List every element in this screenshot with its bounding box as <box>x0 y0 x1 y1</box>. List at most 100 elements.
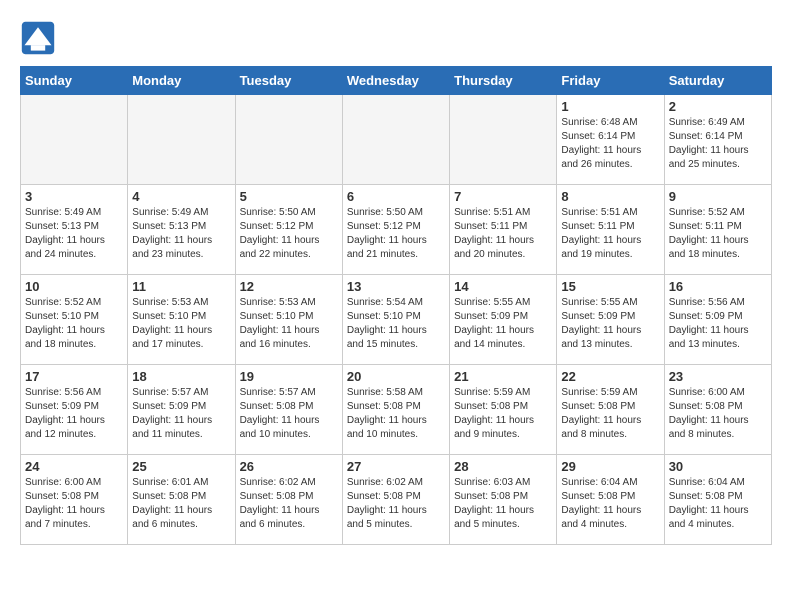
day-number: 26 <box>240 459 338 474</box>
day-number: 14 <box>454 279 552 294</box>
cell-content: Sunrise: 5:58 AM Sunset: 5:08 PM Dayligh… <box>347 386 445 442</box>
calendar-cell: 4 Sunrise: 5:49 AM Sunset: 5:13 PM Daylig… <box>128 185 235 275</box>
calendar-cell: 17 Sunrise: 5:56 AM Sunset: 5:09 PM Dayli… <box>21 365 128 455</box>
day-number: 30 <box>669 459 767 474</box>
header-friday: Friday <box>557 67 664 95</box>
day-number: 29 <box>561 459 659 474</box>
day-number: 9 <box>669 189 767 204</box>
week-row-0: 1 Sunrise: 6:48 AM Sunset: 6:14 PM Daylig… <box>21 95 772 185</box>
cell-content: Sunrise: 6:04 AM Sunset: 5:08 PM Dayligh… <box>669 476 767 532</box>
calendar-cell <box>128 95 235 185</box>
day-number: 24 <box>25 459 123 474</box>
day-number: 18 <box>132 369 230 384</box>
cell-content: Sunrise: 6:01 AM Sunset: 5:08 PM Dayligh… <box>132 476 230 532</box>
day-number: 15 <box>561 279 659 294</box>
day-number: 17 <box>25 369 123 384</box>
day-number: 25 <box>132 459 230 474</box>
calendar-cell: 21 Sunrise: 5:59 AM Sunset: 5:08 PM Dayli… <box>450 365 557 455</box>
calendar-cell: 16 Sunrise: 5:56 AM Sunset: 5:09 PM Dayli… <box>664 275 771 365</box>
cell-content: Sunrise: 5:50 AM Sunset: 5:12 PM Dayligh… <box>240 206 338 262</box>
calendar-cell: 12 Sunrise: 5:53 AM Sunset: 5:10 PM Dayli… <box>235 275 342 365</box>
cell-content: Sunrise: 6:00 AM Sunset: 5:08 PM Dayligh… <box>669 386 767 442</box>
week-row-4: 24 Sunrise: 6:00 AM Sunset: 5:08 PM Dayli… <box>21 455 772 545</box>
calendar-cell: 18 Sunrise: 5:57 AM Sunset: 5:09 PM Dayli… <box>128 365 235 455</box>
week-row-3: 17 Sunrise: 5:56 AM Sunset: 5:09 PM Dayli… <box>21 365 772 455</box>
cell-content: Sunrise: 6:03 AM Sunset: 5:08 PM Dayligh… <box>454 476 552 532</box>
calendar-cell: 19 Sunrise: 5:57 AM Sunset: 5:08 PM Dayli… <box>235 365 342 455</box>
day-number: 11 <box>132 279 230 294</box>
day-number: 16 <box>669 279 767 294</box>
calendar-cell: 20Sunrise: 5:58 AM Sunset: 5:08 PM Dayli… <box>342 365 449 455</box>
calendar-cell: 3 Sunrise: 5:49 AM Sunset: 5:13 PM Daylig… <box>21 185 128 275</box>
cell-content: Sunrise: 6:00 AM Sunset: 5:08 PM Dayligh… <box>25 476 123 532</box>
header-thursday: Thursday <box>450 67 557 95</box>
cell-content: Sunrise: 5:57 AM Sunset: 5:09 PM Dayligh… <box>132 386 230 442</box>
calendar-cell: 6 Sunrise: 5:50 AM Sunset: 5:12 PM Daylig… <box>342 185 449 275</box>
calendar-cell: 14 Sunrise: 5:55 AM Sunset: 5:09 PM Dayli… <box>450 275 557 365</box>
day-number: 6 <box>347 189 445 204</box>
cell-content: Sunrise: 6:02 AM Sunset: 5:08 PM Dayligh… <box>240 476 338 532</box>
cell-content: Sunrise: 5:56 AM Sunset: 5:09 PM Dayligh… <box>25 386 123 442</box>
cell-content: Sunrise: 5:52 AM Sunset: 5:10 PM Dayligh… <box>25 296 123 352</box>
day-number: 13 <box>347 279 445 294</box>
cell-content: Sunrise: 5:56 AM Sunset: 5:09 PM Dayligh… <box>669 296 767 352</box>
week-row-2: 10 Sunrise: 5:52 AM Sunset: 5:10 PM Dayli… <box>21 275 772 365</box>
calendar-cell: 28Sunrise: 6:03 AM Sunset: 5:08 PM Dayli… <box>450 455 557 545</box>
cell-content: Sunrise: 5:50 AM Sunset: 5:12 PM Dayligh… <box>347 206 445 262</box>
cell-content: Sunrise: 5:55 AM Sunset: 5:09 PM Dayligh… <box>561 296 659 352</box>
cell-content: Sunrise: 5:54 AM Sunset: 5:10 PM Dayligh… <box>347 296 445 352</box>
day-number: 8 <box>561 189 659 204</box>
day-number: 21 <box>454 369 552 384</box>
page-header <box>20 20 772 56</box>
cell-content: Sunrise: 5:51 AM Sunset: 5:11 PM Dayligh… <box>561 206 659 262</box>
calendar-cell: 15 Sunrise: 5:55 AM Sunset: 5:09 PM Dayli… <box>557 275 664 365</box>
cell-content: Sunrise: 5:49 AM Sunset: 5:13 PM Dayligh… <box>132 206 230 262</box>
calendar-cell: 26 Sunrise: 6:02 AM Sunset: 5:08 PM Dayli… <box>235 455 342 545</box>
day-number: 19 <box>240 369 338 384</box>
calendar-cell: 29 Sunrise: 6:04 AM Sunset: 5:08 PM Dayli… <box>557 455 664 545</box>
cell-content: Sunrise: 6:48 AM Sunset: 6:14 PM Dayligh… <box>561 116 659 172</box>
calendar-header-row: SundayMondayTuesdayWednesdayThursdayFrid… <box>21 67 772 95</box>
calendar-cell: 23Sunrise: 6:00 AM Sunset: 5:08 PM Dayli… <box>664 365 771 455</box>
cell-content: Sunrise: 5:59 AM Sunset: 5:08 PM Dayligh… <box>561 386 659 442</box>
day-number: 4 <box>132 189 230 204</box>
cell-content: Sunrise: 5:55 AM Sunset: 5:09 PM Dayligh… <box>454 296 552 352</box>
cell-content: Sunrise: 5:52 AM Sunset: 5:11 PM Dayligh… <box>669 206 767 262</box>
calendar-cell: 7 Sunrise: 5:51 AM Sunset: 5:11 PM Daylig… <box>450 185 557 275</box>
calendar-cell: 5Sunrise: 5:50 AM Sunset: 5:12 PM Daylig… <box>235 185 342 275</box>
cell-content: Sunrise: 5:53 AM Sunset: 5:10 PM Dayligh… <box>240 296 338 352</box>
calendar-cell: 25 Sunrise: 6:01 AM Sunset: 5:08 PM Dayli… <box>128 455 235 545</box>
cell-content: Sunrise: 5:59 AM Sunset: 5:08 PM Dayligh… <box>454 386 552 442</box>
header-sunday: Sunday <box>21 67 128 95</box>
calendar-cell <box>450 95 557 185</box>
logo <box>20 20 62 56</box>
day-number: 10 <box>25 279 123 294</box>
calendar-cell: 2Sunrise: 6:49 AM Sunset: 6:14 PM Daylig… <box>664 95 771 185</box>
week-row-1: 3 Sunrise: 5:49 AM Sunset: 5:13 PM Daylig… <box>21 185 772 275</box>
day-number: 27 <box>347 459 445 474</box>
cell-content: Sunrise: 5:49 AM Sunset: 5:13 PM Dayligh… <box>25 206 123 262</box>
calendar-cell: 27 Sunrise: 6:02 AM Sunset: 5:08 PM Dayli… <box>342 455 449 545</box>
cell-content: Sunrise: 6:49 AM Sunset: 6:14 PM Dayligh… <box>669 116 767 172</box>
cell-content: Sunrise: 6:02 AM Sunset: 5:08 PM Dayligh… <box>347 476 445 532</box>
calendar-cell: 24 Sunrise: 6:00 AM Sunset: 5:08 PM Dayli… <box>21 455 128 545</box>
calendar-table: SundayMondayTuesdayWednesdayThursdayFrid… <box>20 66 772 545</box>
calendar-cell: 8 Sunrise: 5:51 AM Sunset: 5:11 PM Daylig… <box>557 185 664 275</box>
cell-content: Sunrise: 5:57 AM Sunset: 5:08 PM Dayligh… <box>240 386 338 442</box>
calendar-cell: 11 Sunrise: 5:53 AM Sunset: 5:10 PM Dayli… <box>128 275 235 365</box>
calendar-cell: 1 Sunrise: 6:48 AM Sunset: 6:14 PM Daylig… <box>557 95 664 185</box>
calendar-cell <box>235 95 342 185</box>
cell-content: Sunrise: 5:51 AM Sunset: 5:11 PM Dayligh… <box>454 206 552 262</box>
header-wednesday: Wednesday <box>342 67 449 95</box>
header-monday: Monday <box>128 67 235 95</box>
calendar-cell: 10 Sunrise: 5:52 AM Sunset: 5:10 PM Dayli… <box>21 275 128 365</box>
day-number: 12 <box>240 279 338 294</box>
day-number: 1 <box>561 99 659 114</box>
calendar-cell: 30 Sunrise: 6:04 AM Sunset: 5:08 PM Dayli… <box>664 455 771 545</box>
calendar-cell: 13 Sunrise: 5:54 AM Sunset: 5:10 PM Dayli… <box>342 275 449 365</box>
cell-content: Sunrise: 5:53 AM Sunset: 5:10 PM Dayligh… <box>132 296 230 352</box>
cell-content: Sunrise: 6:04 AM Sunset: 5:08 PM Dayligh… <box>561 476 659 532</box>
day-number: 3 <box>25 189 123 204</box>
day-number: 7 <box>454 189 552 204</box>
header-tuesday: Tuesday <box>235 67 342 95</box>
